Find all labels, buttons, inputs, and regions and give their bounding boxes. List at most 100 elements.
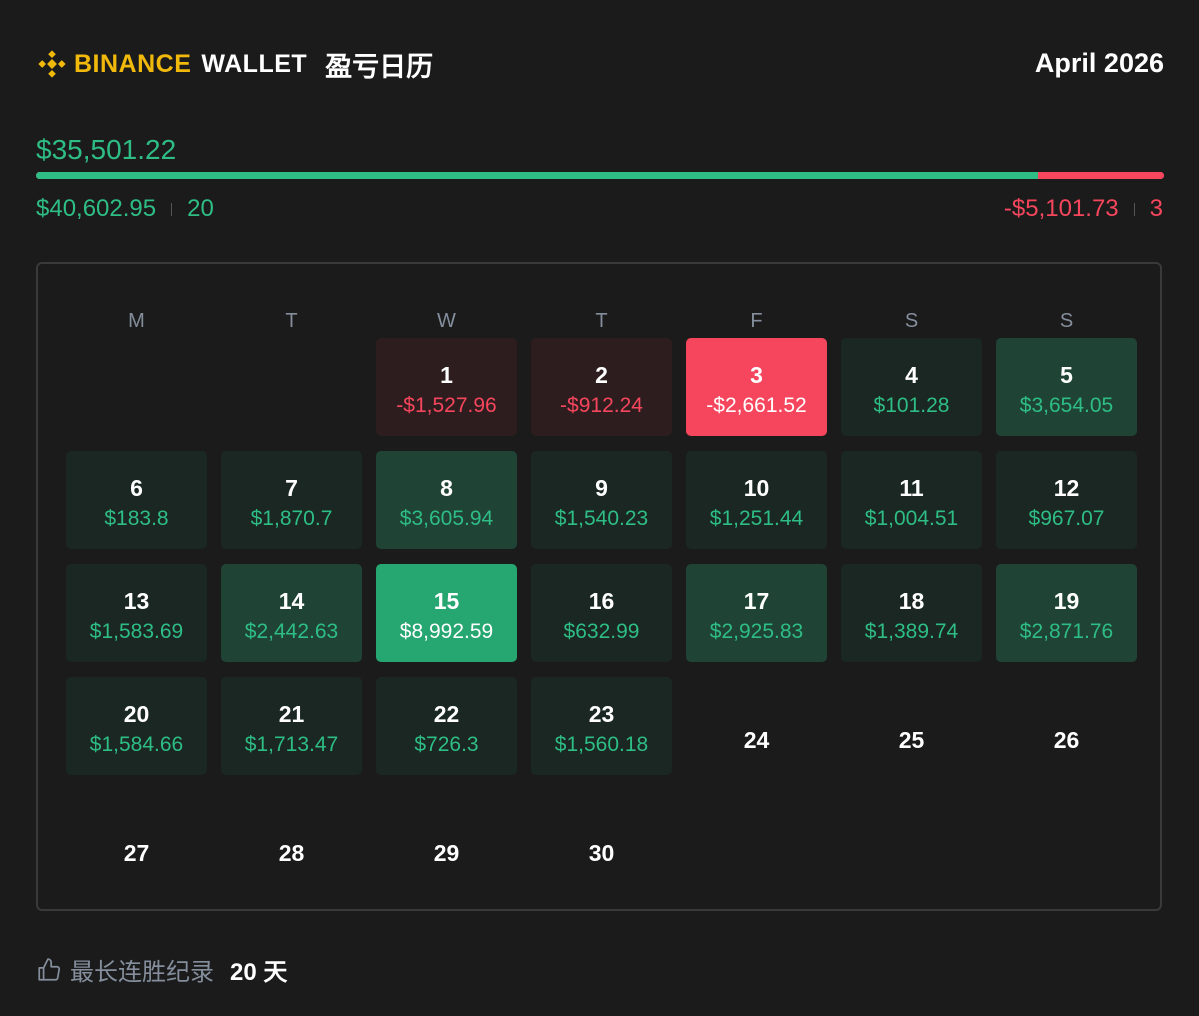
day-number: 21 (278, 701, 305, 727)
binance-logo-icon (38, 50, 66, 78)
calendar-day[interactable]: 1 -$1,527.96 (376, 338, 517, 436)
calendar-day[interactable]: 19 $2,871.76 (996, 564, 1137, 662)
profit-total: $40,602.95 (36, 195, 157, 222)
calendar-day[interactable]: 21 $1,713.47 (221, 677, 362, 775)
calendar-day[interactable]: 23 $1,560.18 (531, 677, 672, 775)
day-pnl-value: $2,442.63 (244, 620, 339, 643)
day-pnl-value: -$912.24 (560, 394, 643, 417)
day-number: 7 (285, 475, 298, 501)
day-number: 6 (130, 475, 143, 501)
divider (1133, 202, 1135, 216)
calendar-day[interactable]: 9 $1,540.23 (531, 451, 672, 549)
header: BINANCE WALLET 盈亏日历 (36, 44, 1164, 84)
calendar-day[interactable]: 4 $101.28 (841, 338, 982, 436)
day-pnl-value: $726.3 (414, 733, 479, 756)
day-number: 4 (905, 362, 918, 388)
calendar-day[interactable]: 26 (996, 677, 1137, 775)
day-number: 9 (595, 475, 608, 501)
day-number: 11 (899, 475, 924, 501)
streak-footer: 最长连胜纪录 20 天 (36, 952, 287, 987)
brand-product: WALLET (201, 49, 308, 78)
day-pnl-value: $1,540.23 (554, 507, 649, 530)
day-pnl-value: $632.99 (563, 620, 640, 643)
day-pnl-value: $2,871.76 (1019, 620, 1114, 643)
calendar-day[interactable]: 11 $1,004.51 (841, 451, 982, 549)
calendar-day[interactable]: 18 $1,389.74 (841, 564, 982, 662)
calendar-day[interactable]: 27 (66, 790, 207, 888)
thumbs-up-icon (38, 957, 61, 981)
day-number: 30 (588, 840, 615, 866)
day-number: 20 (123, 701, 150, 727)
calendar-day[interactable]: 8 $3,605.94 (376, 451, 517, 549)
page-title: 盈亏日历 (325, 51, 434, 82)
day-pnl-value: $2,925.83 (709, 620, 804, 643)
calendar-day[interactable]: 30 (531, 790, 672, 888)
calendar-day[interactable]: 24 (686, 677, 827, 775)
calendar-day[interactable]: 29 (376, 790, 517, 888)
day-number: 1 (440, 362, 453, 388)
day-number: 29 (433, 840, 460, 866)
weekday-header: W (437, 310, 456, 332)
day-number: 2 (595, 362, 608, 388)
day-number: 14 (278, 588, 305, 614)
day-number: 10 (743, 475, 770, 501)
calendar-day[interactable]: 25 (841, 677, 982, 775)
profit-day-count: 20 (187, 195, 214, 222)
day-number: 18 (898, 588, 925, 614)
calendar-day[interactable]: 3 -$2,661.52 (686, 338, 827, 436)
calendar-day[interactable]: 10 $1,251.44 (686, 451, 827, 549)
day-number: 25 (898, 727, 925, 753)
day-number: 8 (440, 475, 453, 501)
day-pnl-value: $101.28 (873, 394, 950, 417)
day-pnl-value: -$1,527.96 (396, 394, 497, 417)
calendar-day[interactable]: 13 $1,583.69 (66, 564, 207, 662)
calendar-day[interactable]: 7 $1,870.7 (221, 451, 362, 549)
day-number: 22 (433, 701, 460, 727)
calendar-day[interactable]: 5 $3,654.05 (996, 338, 1137, 436)
calendar-day[interactable]: 16 $632.99 (531, 564, 672, 662)
calendar-day[interactable]: 28 (221, 790, 362, 888)
day-number: 12 (1053, 475, 1080, 501)
day-number: 17 (743, 588, 770, 614)
day-pnl-value: $1,584.66 (89, 733, 184, 756)
calendar-day[interactable]: 6 $183.8 (66, 451, 207, 549)
day-pnl-value: $1,251.44 (709, 507, 804, 530)
calendar-day[interactable]: 17 $2,925.83 (686, 564, 827, 662)
day-pnl-value: $3,605.94 (399, 507, 494, 530)
day-number: 28 (278, 840, 305, 866)
streak-value: 20 天 (230, 959, 288, 986)
calendar-day[interactable]: 2 -$912.24 (531, 338, 672, 436)
day-pnl-value: -$2,661.52 (706, 394, 807, 417)
day-number: 27 (123, 840, 150, 866)
day-pnl-value: $1,583.69 (89, 620, 184, 643)
day-pnl-value: $1,389.74 (864, 620, 959, 643)
day-pnl-value: $183.8 (104, 507, 169, 530)
loss-total: -$5,101.73 (1003, 195, 1119, 222)
weekday-header: M (128, 310, 145, 332)
day-number: 23 (588, 701, 615, 727)
day-pnl-value: $1,560.18 (554, 733, 649, 756)
day-number: 5 (1060, 362, 1073, 388)
calendar-day[interactable]: 20 $1,584.66 (66, 677, 207, 775)
calendar-day[interactable]: 15 $8,992.59 (376, 564, 517, 662)
weekday-header: S (904, 310, 919, 332)
day-number: 3 (750, 362, 763, 388)
streak-label: 最长连胜纪录 (70, 959, 214, 986)
calendar-day[interactable]: 14 $2,442.63 (221, 564, 362, 662)
calendar-day[interactable]: 22 $726.3 (376, 677, 517, 775)
day-pnl-value: $1,870.7 (250, 507, 333, 530)
loss-day-count: 3 (1149, 195, 1163, 222)
day-number: 15 (433, 588, 460, 614)
weekday-header: T (595, 310, 608, 332)
day-pnl-value: $8,992.59 (399, 620, 494, 643)
day-pnl-value: $1,713.47 (244, 733, 339, 756)
day-number: 13 (123, 588, 150, 614)
day-pnl-value: $1,004.51 (864, 507, 959, 530)
calendar-day[interactable]: 12 $967.07 (996, 451, 1137, 549)
divider (171, 202, 173, 216)
day-pnl-value: $967.07 (1028, 507, 1105, 530)
day-number: 19 (1053, 588, 1080, 614)
day-pnl-value: $3,654.05 (1019, 394, 1114, 417)
brand-name: BINANCE (74, 49, 192, 78)
weekday-header: S (1059, 310, 1074, 332)
